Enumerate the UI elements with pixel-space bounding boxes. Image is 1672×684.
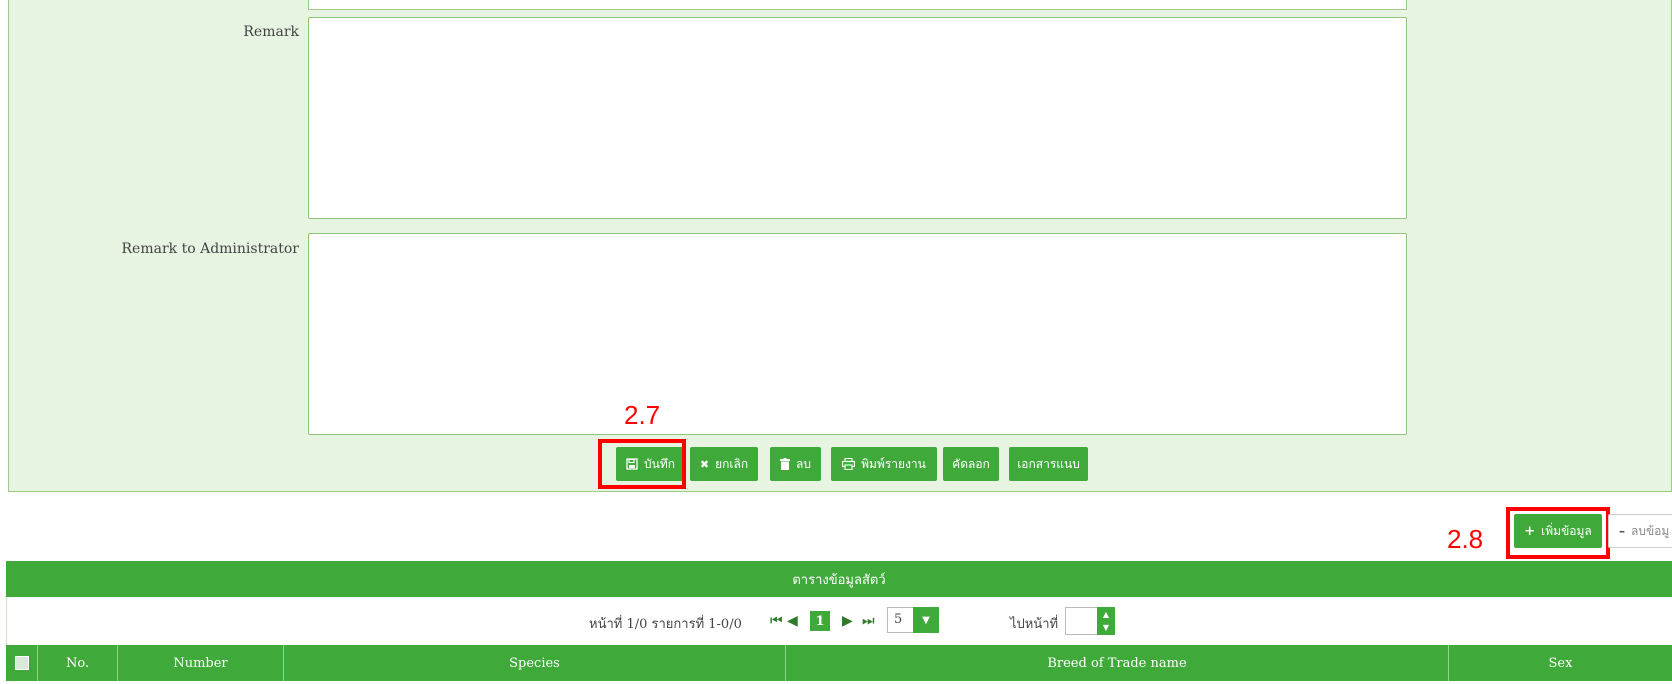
printer-icon: [842, 458, 856, 470]
attachment-button[interactable]: เอกสารแนบ: [1009, 447, 1088, 481]
column-header-number-label: Number: [173, 655, 228, 671]
step-label-add: 2.8: [1447, 524, 1484, 554]
goto-page-input[interactable]: ▲ ▼: [1065, 607, 1115, 635]
page-size-value: 5: [894, 612, 903, 627]
attachment-button-label: เอกสารแนบ: [1017, 456, 1080, 471]
step-label-save: 2.7: [624, 400, 661, 430]
delete-data-button-label: ลบข้อมู: [1631, 523, 1670, 538]
animal-data-table-title: ตารางข้อมูลสัตว์: [6, 561, 1672, 597]
column-header-no-label: No.: [65, 655, 90, 671]
column-header-species[interactable]: Species: [284, 645, 786, 681]
last-page-icon[interactable]: ⏭: [862, 613, 875, 629]
table-header-row: No. Number Species Breed of Trade name S…: [6, 645, 1672, 681]
column-header-breed[interactable]: Breed of Trade name: [786, 645, 1449, 681]
table-pager: หน้าที่ 1/0 รายการที่ 1-0/0 ⏮ ◀ 1 ▶ ⏭ 5 …: [6, 597, 1672, 645]
first-page-icon[interactable]: ⏮: [770, 613, 783, 629]
save-button-highlight: [598, 439, 686, 489]
spinner-icon[interactable]: ▲ ▼: [1097, 607, 1115, 635]
print-report-button[interactable]: พิมพ์รายงาน: [831, 447, 937, 481]
remark-textarea[interactable]: [308, 17, 1407, 219]
chevron-down-icon: ▼: [913, 607, 939, 633]
column-header-breed-label: Breed of Trade name: [1047, 655, 1187, 671]
current-page-number[interactable]: 1: [810, 611, 830, 631]
cancel-button-label: ยกเลิก: [715, 456, 749, 471]
add-data-button[interactable]: + เพิ่มข้อมูล: [1514, 514, 1602, 548]
delete-button-label: ลบ: [796, 456, 811, 471]
pager-summary: หน้าที่ 1/0 รายการที่ 1-0/0: [589, 617, 742, 632]
plus-icon: +: [1524, 523, 1536, 539]
remark-to-administrator-label: Remark to Administrator: [121, 241, 300, 257]
previous-field-bottom-edge: [308, 0, 1407, 10]
select-all-cell: [6, 645, 38, 681]
form-panel: Remark Remark to Administrator บันทึก ✖ …: [8, 0, 1672, 492]
table-title-text: ตารางข้อมูลสัตว์: [792, 572, 886, 588]
previous-page-icon[interactable]: ◀: [787, 613, 798, 629]
print-report-button-label: พิมพ์รายงาน: [861, 456, 926, 471]
x-icon: ✖: [699, 457, 710, 471]
cancel-button[interactable]: ✖ ยกเลิก: [690, 447, 758, 481]
delete-button[interactable]: ลบ: [770, 447, 821, 481]
delete-data-button[interactable]: – ลบข้อมู: [1608, 514, 1672, 548]
add-data-button-label: เพิ่มข้อมูล: [1541, 523, 1592, 538]
remark-to-administrator-textarea[interactable]: [308, 233, 1407, 435]
remark-label: Remark: [243, 24, 299, 40]
minus-icon: –: [1619, 524, 1625, 538]
column-header-sex-label: Sex: [1548, 655, 1573, 671]
goto-page-label: ไปหน้าที่: [1010, 617, 1059, 632]
column-header-sex[interactable]: Sex: [1449, 645, 1672, 681]
page-size-select[interactable]: 5 ▼: [887, 607, 939, 633]
copy-button[interactable]: คัดลอก: [943, 447, 999, 481]
column-header-species-label: Species: [509, 655, 560, 671]
trash-icon: [780, 458, 790, 470]
copy-button-label: คัดลอก: [952, 456, 990, 471]
column-header-number[interactable]: Number: [118, 645, 284, 681]
column-header-no[interactable]: No.: [38, 645, 118, 681]
next-page-icon[interactable]: ▶: [842, 613, 853, 629]
select-all-checkbox[interactable]: [14, 656, 29, 670]
